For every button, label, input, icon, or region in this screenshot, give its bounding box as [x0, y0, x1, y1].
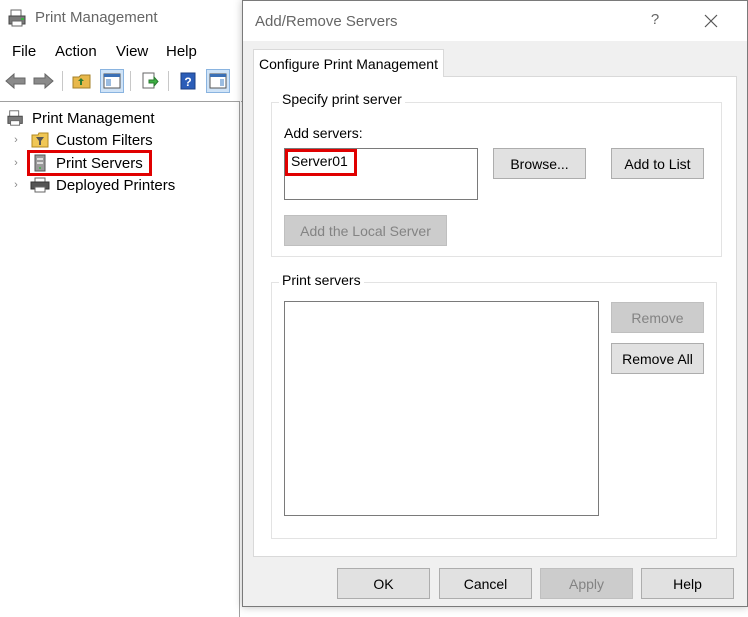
print-servers-highlight	[27, 150, 152, 176]
tree-root-print-management[interactable]: Print Management	[6, 107, 155, 129]
help-button[interactable]: Help	[641, 568, 734, 599]
add-to-list-button[interactable]: Add to List	[611, 148, 704, 179]
menu-file[interactable]: File	[12, 43, 36, 60]
dialog-title: Add/Remove Servers	[255, 13, 398, 30]
forward-arrow-icon[interactable]	[31, 69, 55, 93]
remove-button[interactable]: Remove	[611, 302, 704, 333]
print-management-app-icon	[8, 8, 28, 28]
help-question-icon[interactable]: ?	[645, 11, 665, 31]
remove-all-button[interactable]: Remove All	[611, 343, 704, 374]
show-hide-console-tree-icon[interactable]	[100, 69, 124, 93]
console-tree: Print Management › Custom Filters › Prin…	[0, 101, 240, 617]
add-local-server-button[interactable]: Add the Local Server	[284, 215, 447, 246]
close-icon[interactable]	[699, 9, 723, 33]
tab-panel: Specify print server Add servers: Server…	[253, 76, 737, 557]
filter-folder-icon	[30, 131, 50, 149]
up-folder-icon[interactable]	[70, 69, 94, 93]
tree-root-label: Print Management	[32, 109, 155, 127]
export-list-icon[interactable]	[138, 69, 162, 93]
toolbar-separator	[62, 71, 63, 91]
cancel-button[interactable]: Cancel	[439, 568, 532, 599]
print-servers-legend: Print servers	[279, 272, 364, 288]
tree-item-custom-filters[interactable]: › Custom Filters	[10, 129, 153, 151]
chevron-right-icon[interactable]: ›	[10, 134, 22, 146]
print-management-icon	[6, 109, 26, 127]
add-servers-label: Add servers:	[284, 125, 363, 141]
help-book-icon[interactable]: ?	[176, 69, 200, 93]
apply-button[interactable]: Apply	[540, 568, 633, 599]
mmc-title: Print Management	[35, 9, 158, 26]
tree-item-label: Custom Filters	[56, 131, 153, 149]
menu-view[interactable]: View	[116, 43, 148, 60]
printer-icon	[30, 176, 50, 194]
print-servers-list[interactable]	[284, 301, 599, 516]
svg-text:?: ?	[184, 75, 191, 89]
ok-button[interactable]: OK	[337, 568, 430, 599]
server01-highlight	[285, 149, 357, 176]
add-remove-servers-dialog: Add/Remove Servers ? Configure Print Man…	[242, 0, 748, 607]
tree-item-label: Deployed Printers	[56, 176, 176, 194]
menu-help[interactable]: Help	[166, 43, 197, 60]
browse-button[interactable]: Browse...	[493, 148, 586, 179]
tree-item-deployed-printers[interactable]: › Deployed Printers	[10, 174, 175, 196]
chevron-right-icon[interactable]: ›	[10, 179, 22, 191]
back-arrow-icon[interactable]	[4, 69, 28, 93]
dialog-title-bar: Add/Remove Servers ?	[243, 1, 747, 41]
tab-configure-print-management[interactable]: Configure Print Management	[253, 49, 444, 77]
toolbar-separator	[130, 71, 131, 91]
chevron-right-icon[interactable]: ›	[10, 157, 22, 169]
menu-action[interactable]: Action	[55, 43, 97, 60]
show-hide-action-pane-icon[interactable]	[206, 69, 230, 93]
toolbar-separator	[168, 71, 169, 91]
specify-print-server-legend: Specify print server	[279, 91, 405, 107]
